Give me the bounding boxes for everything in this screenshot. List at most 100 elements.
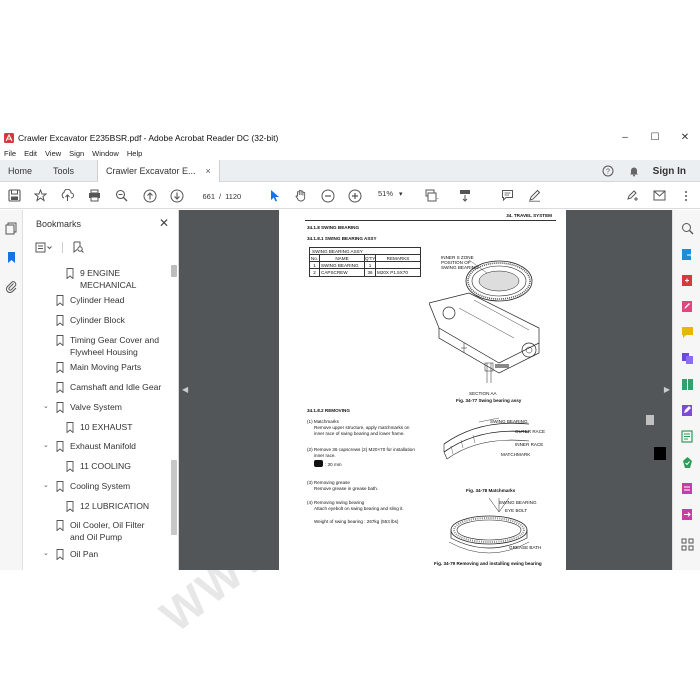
- bookmark-item[interactable]: ⌄ Cooling System: [43, 481, 130, 493]
- select-cursor-icon[interactable]: [266, 187, 283, 204]
- attachment-icon[interactable]: [5, 280, 18, 293]
- comment-icon[interactable]: [499, 187, 516, 204]
- tab-tools[interactable]: Tools: [53, 160, 74, 182]
- protect-icon[interactable]: [681, 456, 694, 469]
- star-icon[interactable]: [32, 187, 49, 204]
- fill-sign-icon[interactable]: [681, 404, 694, 417]
- bookmark-label: 11 COOLING: [80, 461, 131, 471]
- zoom-search-icon[interactable]: [113, 187, 130, 204]
- bookmark-item[interactable]: ⌄ Exhaust Manifold: [43, 441, 136, 453]
- edit-pdf-icon[interactable]: [681, 300, 694, 313]
- menu-sign[interactable]: Sign: [69, 147, 84, 160]
- prepare-form-icon[interactable]: [681, 482, 694, 495]
- combine-files-icon[interactable]: [681, 352, 694, 365]
- sign-in-button[interactable]: Sign In: [653, 166, 686, 177]
- menu-view[interactable]: View: [45, 147, 61, 160]
- bookmark-item[interactable]: Main Moving Parts: [56, 362, 141, 374]
- step-title: (1) Matchmarks: [307, 419, 339, 424]
- bookmark-flag-icon: [66, 501, 74, 512]
- bookmark-item[interactable]: ⌄ Oil Pan: [43, 549, 98, 561]
- bookmark-flag-icon: [66, 422, 74, 433]
- page-up-icon[interactable]: [141, 187, 158, 204]
- close-window-button[interactable]: ✕: [670, 128, 700, 147]
- help-icon[interactable]: ?: [601, 164, 615, 178]
- hand-tool-icon[interactable]: [292, 187, 309, 204]
- menu-help[interactable]: Help: [127, 147, 142, 160]
- zoom-out-icon[interactable]: [319, 187, 336, 204]
- print-icon[interactable]: [86, 187, 103, 204]
- chevron-down-icon[interactable]: ⌄: [43, 440, 52, 452]
- enhance-scan-icon[interactable]: [681, 222, 694, 235]
- organize-pages-icon[interactable]: [681, 378, 694, 391]
- comment-tool-icon[interactable]: [681, 326, 694, 339]
- link-sign-icon[interactable]: [624, 187, 641, 204]
- tab-tools-label: Tools: [53, 166, 75, 176]
- table-cell: CAPSCREW: [320, 269, 365, 276]
- menu-bar: File Edit View Sign Window Help: [0, 147, 150, 160]
- bookmark-options-icon[interactable]: [35, 242, 53, 253]
- menu-file[interactable]: File: [4, 147, 16, 160]
- maximize-button[interactable]: ☐: [640, 128, 670, 147]
- bookmark-item[interactable]: 10 EXHAUST: [66, 422, 133, 434]
- bookmark-flag-icon: [56, 520, 64, 531]
- scroll-up-arrow[interactable]: [171, 265, 177, 277]
- section-heading: 34.1.8.2 REMOVING: [307, 408, 350, 413]
- scan-ocr-icon[interactable]: [681, 430, 694, 443]
- bookmark-item[interactable]: 12 LUBRICATION: [66, 501, 149, 513]
- page-thumbnails-icon[interactable]: [5, 222, 18, 235]
- step-text: (2) Remove 36 capscrews (2) M20×70 for i…: [307, 447, 415, 452]
- bookmark-item[interactable]: Oil Cooler, Oil Filter and Oil Pump: [56, 520, 145, 543]
- upload-icon[interactable]: [59, 187, 76, 204]
- bookmark-flag-icon: [56, 315, 64, 326]
- collapse-panel-arrow[interactable]: ◀: [182, 385, 188, 394]
- scroll-mode-icon[interactable]: [456, 187, 473, 204]
- send-for-review-icon[interactable]: [681, 508, 694, 521]
- tab-document[interactable]: Crawler Excavator E... ×: [97, 160, 220, 182]
- scrollbar-thumb[interactable]: [646, 415, 654, 425]
- bookmark-flag-icon: [66, 268, 74, 279]
- zoom-in-icon[interactable]: [346, 187, 363, 204]
- minimize-button[interactable]: –: [610, 128, 640, 147]
- bookmark-item[interactable]: Timing Gear Cover and Flywheel Housing: [56, 335, 159, 358]
- table-cell: 1: [310, 262, 320, 268]
- bookmark-item[interactable]: 11 COOLING: [66, 461, 131, 473]
- zoom-level-select[interactable]: 51% ▾: [378, 189, 403, 198]
- save-icon[interactable]: [6, 187, 23, 204]
- bookmark-item[interactable]: Camshaft and Idle Gear: [56, 382, 161, 394]
- close-panel-button[interactable]: ✕: [159, 216, 169, 230]
- chevron-down-icon[interactable]: ⌄: [43, 548, 52, 560]
- page-down-icon[interactable]: [168, 187, 185, 204]
- more-tools-icon[interactable]: [681, 538, 694, 551]
- table-header-cell: NAME: [320, 255, 365, 261]
- scrollbar-thumb[interactable]: [171, 460, 177, 535]
- bookmark-label: 12 LUBRICATION: [80, 501, 150, 511]
- bookmark-item[interactable]: Cylinder Block: [56, 315, 125, 327]
- bookmark-item[interactable]: 9 ENGINE MECHANICAL: [66, 268, 136, 291]
- expand-panel-arrow[interactable]: ▶: [664, 385, 670, 394]
- title-bar: Crawler Excavator E235BSR.pdf - Adobe Ac…: [0, 128, 700, 147]
- export-pdf-icon[interactable]: [681, 248, 694, 261]
- svg-text:?: ?: [606, 169, 610, 176]
- create-pdf-icon[interactable]: [681, 274, 694, 287]
- bookmark-panel-icon[interactable]: [5, 251, 18, 264]
- tab-home[interactable]: Home: [8, 160, 32, 182]
- page-fit-icon[interactable]: [423, 187, 440, 204]
- pen-icon[interactable]: [526, 187, 543, 204]
- tab-close-button[interactable]: ×: [206, 166, 211, 176]
- chevron-down-icon[interactable]: ⌄: [43, 480, 52, 492]
- chevron-down-icon[interactable]: ⌄: [43, 401, 52, 413]
- bookmark-item[interactable]: Cylinder Head: [56, 295, 124, 307]
- bell-icon[interactable]: [627, 164, 641, 178]
- document-viewer[interactable]: ◀ 34. TRAVEL SYSTEM 34.1.8 SWING BEARING…: [179, 210, 672, 570]
- page-number-input[interactable]: [197, 190, 215, 202]
- figure-caption: Fig. 34-78 Matchmarks: [466, 488, 516, 493]
- document-scrollbar[interactable]: [646, 210, 654, 570]
- menu-window[interactable]: Window: [92, 147, 119, 160]
- menu-edit[interactable]: Edit: [24, 147, 37, 160]
- more-options-icon[interactable]: [677, 187, 694, 204]
- bookmarks-scrollbar[interactable]: [171, 265, 177, 568]
- find-bookmark-icon[interactable]: [72, 241, 84, 253]
- email-icon[interactable]: [651, 187, 668, 204]
- bookmark-label: Cylinder Head: [70, 295, 125, 305]
- bookmark-item[interactable]: ⌄ Valve System: [43, 402, 122, 414]
